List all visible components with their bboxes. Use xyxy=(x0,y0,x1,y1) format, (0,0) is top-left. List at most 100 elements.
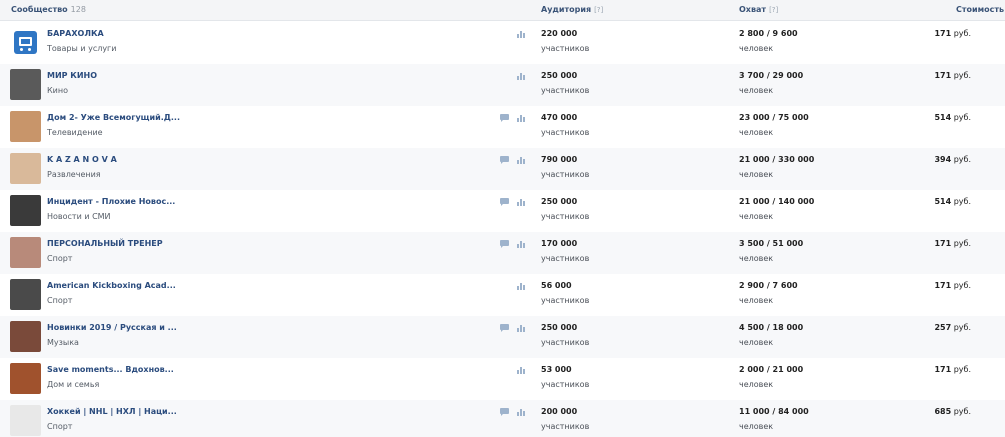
community-avatar[interactable] xyxy=(10,405,41,436)
community-avatar[interactable] xyxy=(10,69,41,100)
chart-icon[interactable] xyxy=(516,155,527,164)
reach-column-header[interactable]: Охват [?] xyxy=(739,5,778,14)
community-name-link[interactable]: K A Z A N O V A xyxy=(47,155,117,164)
reach-value: 11 000 / 84 000 xyxy=(739,407,809,416)
community-name-link[interactable]: ПЕРСОНАЛЬНЫЙ ТРЕНЕР xyxy=(47,239,163,248)
audience-value: 170 000 xyxy=(541,239,578,248)
reach-unit: человек xyxy=(739,296,774,305)
audience-unit: участников xyxy=(541,86,590,95)
reach-unit: человек xyxy=(739,170,774,179)
chart-icon[interactable] xyxy=(516,365,527,374)
table-row[interactable]: БАРАХОЛКА Товары и услуги 220 000 участнико… xyxy=(0,22,1005,64)
price-currency: руб. xyxy=(953,155,971,164)
reach-help-link[interactable]: [?] xyxy=(769,6,778,14)
cost-header-label: Стоимость xyxy=(956,5,1005,14)
audience-unit: участников xyxy=(541,170,590,179)
community-category: Спорт xyxy=(47,296,73,305)
table-row[interactable]: American Kickboxing Acad... Спорт 56 000 уч… xyxy=(0,274,1005,316)
community-avatar[interactable] xyxy=(10,321,41,352)
chart-icon[interactable] xyxy=(516,323,527,332)
message-icon[interactable] xyxy=(499,113,510,122)
community-name-link[interactable]: Хоккей | NHL | НХЛ | Наци... xyxy=(47,407,177,416)
price-value: 171 xyxy=(934,239,952,248)
audience-header-label: Аудитория xyxy=(541,5,592,14)
community-avatar[interactable] xyxy=(10,195,41,226)
community-name-link[interactable]: МИР КИНО xyxy=(47,71,97,80)
chart-icon[interactable] xyxy=(516,281,527,290)
table-row[interactable]: Дом 2- Уже Всемогущий.Д... Телевидение 470… xyxy=(0,106,1005,148)
reach-value: 21 000 / 330 000 xyxy=(739,155,815,164)
price-value: 171 xyxy=(934,365,952,374)
community-avatar[interactable] xyxy=(10,237,41,268)
audience-value: 250 000 xyxy=(541,197,578,206)
chart-icon[interactable] xyxy=(516,239,527,248)
reach-unit: человек xyxy=(739,44,774,53)
chart-icon[interactable] xyxy=(516,71,527,80)
price-cell: 171 руб. xyxy=(934,71,971,80)
message-icon[interactable] xyxy=(499,155,510,164)
community-name-link[interactable]: Save moments... Вдохнов... xyxy=(47,365,174,374)
price-currency: руб. xyxy=(953,71,971,80)
audience-help-link[interactable]: [?] xyxy=(594,6,603,14)
table-row[interactable]: МИР КИНО Кино 250 000 участников 3 700 / 29 … xyxy=(0,64,1005,106)
message-icon[interactable] xyxy=(499,407,510,416)
reach-unit: человек xyxy=(739,212,774,221)
community-name-link[interactable]: Дом 2- Уже Всемогущий.Д... xyxy=(47,113,180,122)
price-value: 257 xyxy=(934,323,952,332)
community-header-label: Сообщество xyxy=(11,5,68,14)
audience-unit: участников xyxy=(541,296,590,305)
table-row[interactable]: K A Z A N O V A Развлечения 790 000 участни… xyxy=(0,148,1005,190)
price-cell: 171 руб. xyxy=(934,29,971,38)
message-icon[interactable] xyxy=(499,323,510,332)
reach-unit: человек xyxy=(739,86,774,95)
audience-column-header[interactable]: Аудитория [?] xyxy=(541,5,603,14)
price-currency: руб. xyxy=(953,323,971,332)
community-name-link[interactable]: Новинки 2019 / Русская и ... xyxy=(47,323,177,332)
table-row[interactable]: Хоккей | NHL | НХЛ | Наци... Спорт 200 000… xyxy=(0,400,1005,437)
reach-unit: человек xyxy=(739,128,774,137)
community-avatar[interactable] xyxy=(10,153,41,184)
audience-value: 250 000 xyxy=(541,71,578,80)
community-category: Новости и СМИ xyxy=(47,212,111,221)
table-row[interactable]: Save moments... Вдохнов... Дом и семья 53 … xyxy=(0,358,1005,400)
price-currency: руб. xyxy=(953,365,971,374)
community-avatar[interactable] xyxy=(10,111,41,142)
community-avatar[interactable] xyxy=(10,363,41,394)
price-value: 394 xyxy=(934,155,952,164)
table-row[interactable]: Инцидент - Плохие Новос... Новости и СМИ 2… xyxy=(0,190,1005,232)
audience-unit: участников xyxy=(541,44,590,53)
price-currency: руб. xyxy=(953,239,971,248)
chart-icon[interactable] xyxy=(516,407,527,416)
reach-value: 2 900 / 7 600 xyxy=(739,281,798,290)
audience-unit: участников xyxy=(541,128,590,137)
audience-unit: участников xyxy=(541,380,590,389)
reach-unit: человек xyxy=(739,338,774,347)
audience-unit: участников xyxy=(541,422,590,431)
chart-icon[interactable] xyxy=(516,197,527,206)
community-column-header[interactable]: Сообщество 128 xyxy=(11,5,86,14)
message-icon[interactable] xyxy=(499,197,510,206)
community-avatar[interactable] xyxy=(10,27,41,58)
community-category: Спорт xyxy=(47,422,73,431)
community-name-link[interactable]: БАРАХОЛКА xyxy=(47,29,104,38)
community-name-link[interactable]: American Kickboxing Acad... xyxy=(47,281,176,290)
audience-value: 250 000 xyxy=(541,323,578,332)
message-icon[interactable] xyxy=(499,239,510,248)
cost-column-header[interactable]: Стоимость[?] xyxy=(956,5,1005,14)
audience-value: 56 000 xyxy=(541,281,572,290)
chart-icon[interactable] xyxy=(516,29,527,38)
community-category: Музыка xyxy=(47,338,79,347)
community-name-link[interactable]: Инцидент - Плохие Новос... xyxy=(47,197,175,206)
price-cell: 171 руб. xyxy=(934,239,971,248)
community-category: Телевидение xyxy=(47,128,103,137)
audience-value: 470 000 xyxy=(541,113,578,122)
table-row[interactable]: Новинки 2019 / Русская и ... Музыка 250 00… xyxy=(0,316,1005,358)
chart-icon[interactable] xyxy=(516,113,527,122)
table-row[interactable]: ПЕРСОНАЛЬНЫЙ ТРЕНЕР Спорт 170 000 участнико… xyxy=(0,232,1005,274)
price-cell: 514 руб. xyxy=(934,113,971,122)
reach-value: 23 000 / 75 000 xyxy=(739,113,809,122)
community-count: 128 xyxy=(70,5,86,14)
price-currency: руб. xyxy=(953,407,971,416)
community-avatar[interactable] xyxy=(10,279,41,310)
community-category: Спорт xyxy=(47,254,73,263)
